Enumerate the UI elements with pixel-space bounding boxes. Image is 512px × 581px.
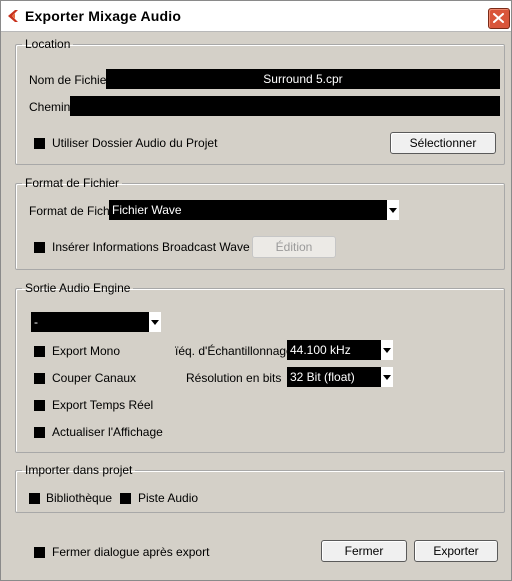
steinberg-logo-icon	[8, 10, 18, 22]
realtime-export-label[interactable]: Export Temps Réel	[52, 398, 153, 412]
audio-engine-output-legend: Sortie Audio Engine	[25, 281, 131, 295]
close-icon	[493, 13, 504, 23]
filename-field[interactable]: Surround 5.cpr	[106, 69, 500, 89]
sample-rate-value: 44.100 kHz	[290, 343, 351, 357]
close-after-export-label[interactable]: Fermer dialogue après export	[52, 545, 209, 559]
select-button[interactable]: Sélectionner	[390, 132, 496, 154]
bit-depth-value: 32 Bit (float)	[290, 370, 355, 384]
bit-depth-dropdown[interactable]: 32 Bit (float)	[287, 367, 393, 387]
update-display-checkbox[interactable]	[34, 427, 45, 438]
close-button[interactable]	[488, 8, 510, 29]
sample-rate-label: ïéq. d'Échantillonnage	[175, 344, 293, 358]
realtime-export-checkbox[interactable]	[34, 400, 45, 411]
use-project-folder-checkbox[interactable]	[34, 138, 45, 149]
use-project-folder-label[interactable]: Utiliser Dossier Audio du Projet	[52, 136, 217, 150]
filename-label: Nom de Fichier	[29, 73, 111, 87]
path-label: Chemin	[29, 100, 71, 114]
export-audio-mixdown-dialog: Exporter Mixage Audio Location Nom de Fi…	[0, 0, 512, 581]
split-channels-label[interactable]: Couper Canaux	[52, 371, 136, 385]
close-after-export-checkbox[interactable]	[34, 547, 45, 558]
library-checkbox[interactable]	[29, 493, 40, 504]
dialog-title: Exporter Mixage Audio	[25, 8, 182, 24]
location-legend: Location	[25, 37, 71, 51]
chevron-down-icon[interactable]	[386, 200, 399, 220]
chevron-down-icon[interactable]	[380, 340, 393, 360]
export-mono-checkbox[interactable]	[34, 346, 45, 357]
library-label[interactable]: Bibliothèque	[46, 491, 112, 505]
audio-output-value: -	[34, 315, 38, 329]
broadcast-wave-checkbox[interactable]	[34, 242, 45, 253]
import-into-project-legend: Importer dans projet	[25, 463, 133, 477]
path-field[interactable]	[70, 96, 500, 116]
chevron-down-icon[interactable]	[380, 367, 393, 387]
export-mono-label[interactable]: Export Mono	[52, 344, 120, 358]
export-button[interactable]: Exporter	[414, 540, 498, 562]
file-format-dropdown[interactable]: Fichier Wave	[109, 200, 399, 220]
audio-output-dropdown[interactable]: -	[31, 312, 161, 332]
split-channels-checkbox[interactable]	[34, 373, 45, 384]
broadcast-wave-label[interactable]: Insérer Informations Broadcast Wave	[52, 240, 250, 254]
edit-button[interactable]: Édition	[252, 236, 336, 258]
audio-track-checkbox[interactable]	[120, 493, 131, 504]
file-format-value: Fichier Wave	[112, 203, 182, 217]
sample-rate-dropdown[interactable]: 44.100 kHz	[287, 340, 393, 360]
close-dialog-button[interactable]: Fermer	[321, 540, 407, 562]
title-bar[interactable]: Exporter Mixage Audio	[1, 1, 511, 32]
audio-track-label[interactable]: Piste Audio	[138, 491, 198, 505]
file-format-legend: Format de Fichier	[25, 176, 120, 190]
filename-value: Surround 5.cpr	[263, 72, 343, 86]
update-display-label[interactable]: Actualiser l'Affichage	[52, 425, 163, 439]
bit-depth-label: Résolution en bits	[186, 371, 282, 385]
import-into-project-group: Importer dans projet	[15, 463, 505, 513]
chevron-down-icon[interactable]	[148, 312, 161, 332]
